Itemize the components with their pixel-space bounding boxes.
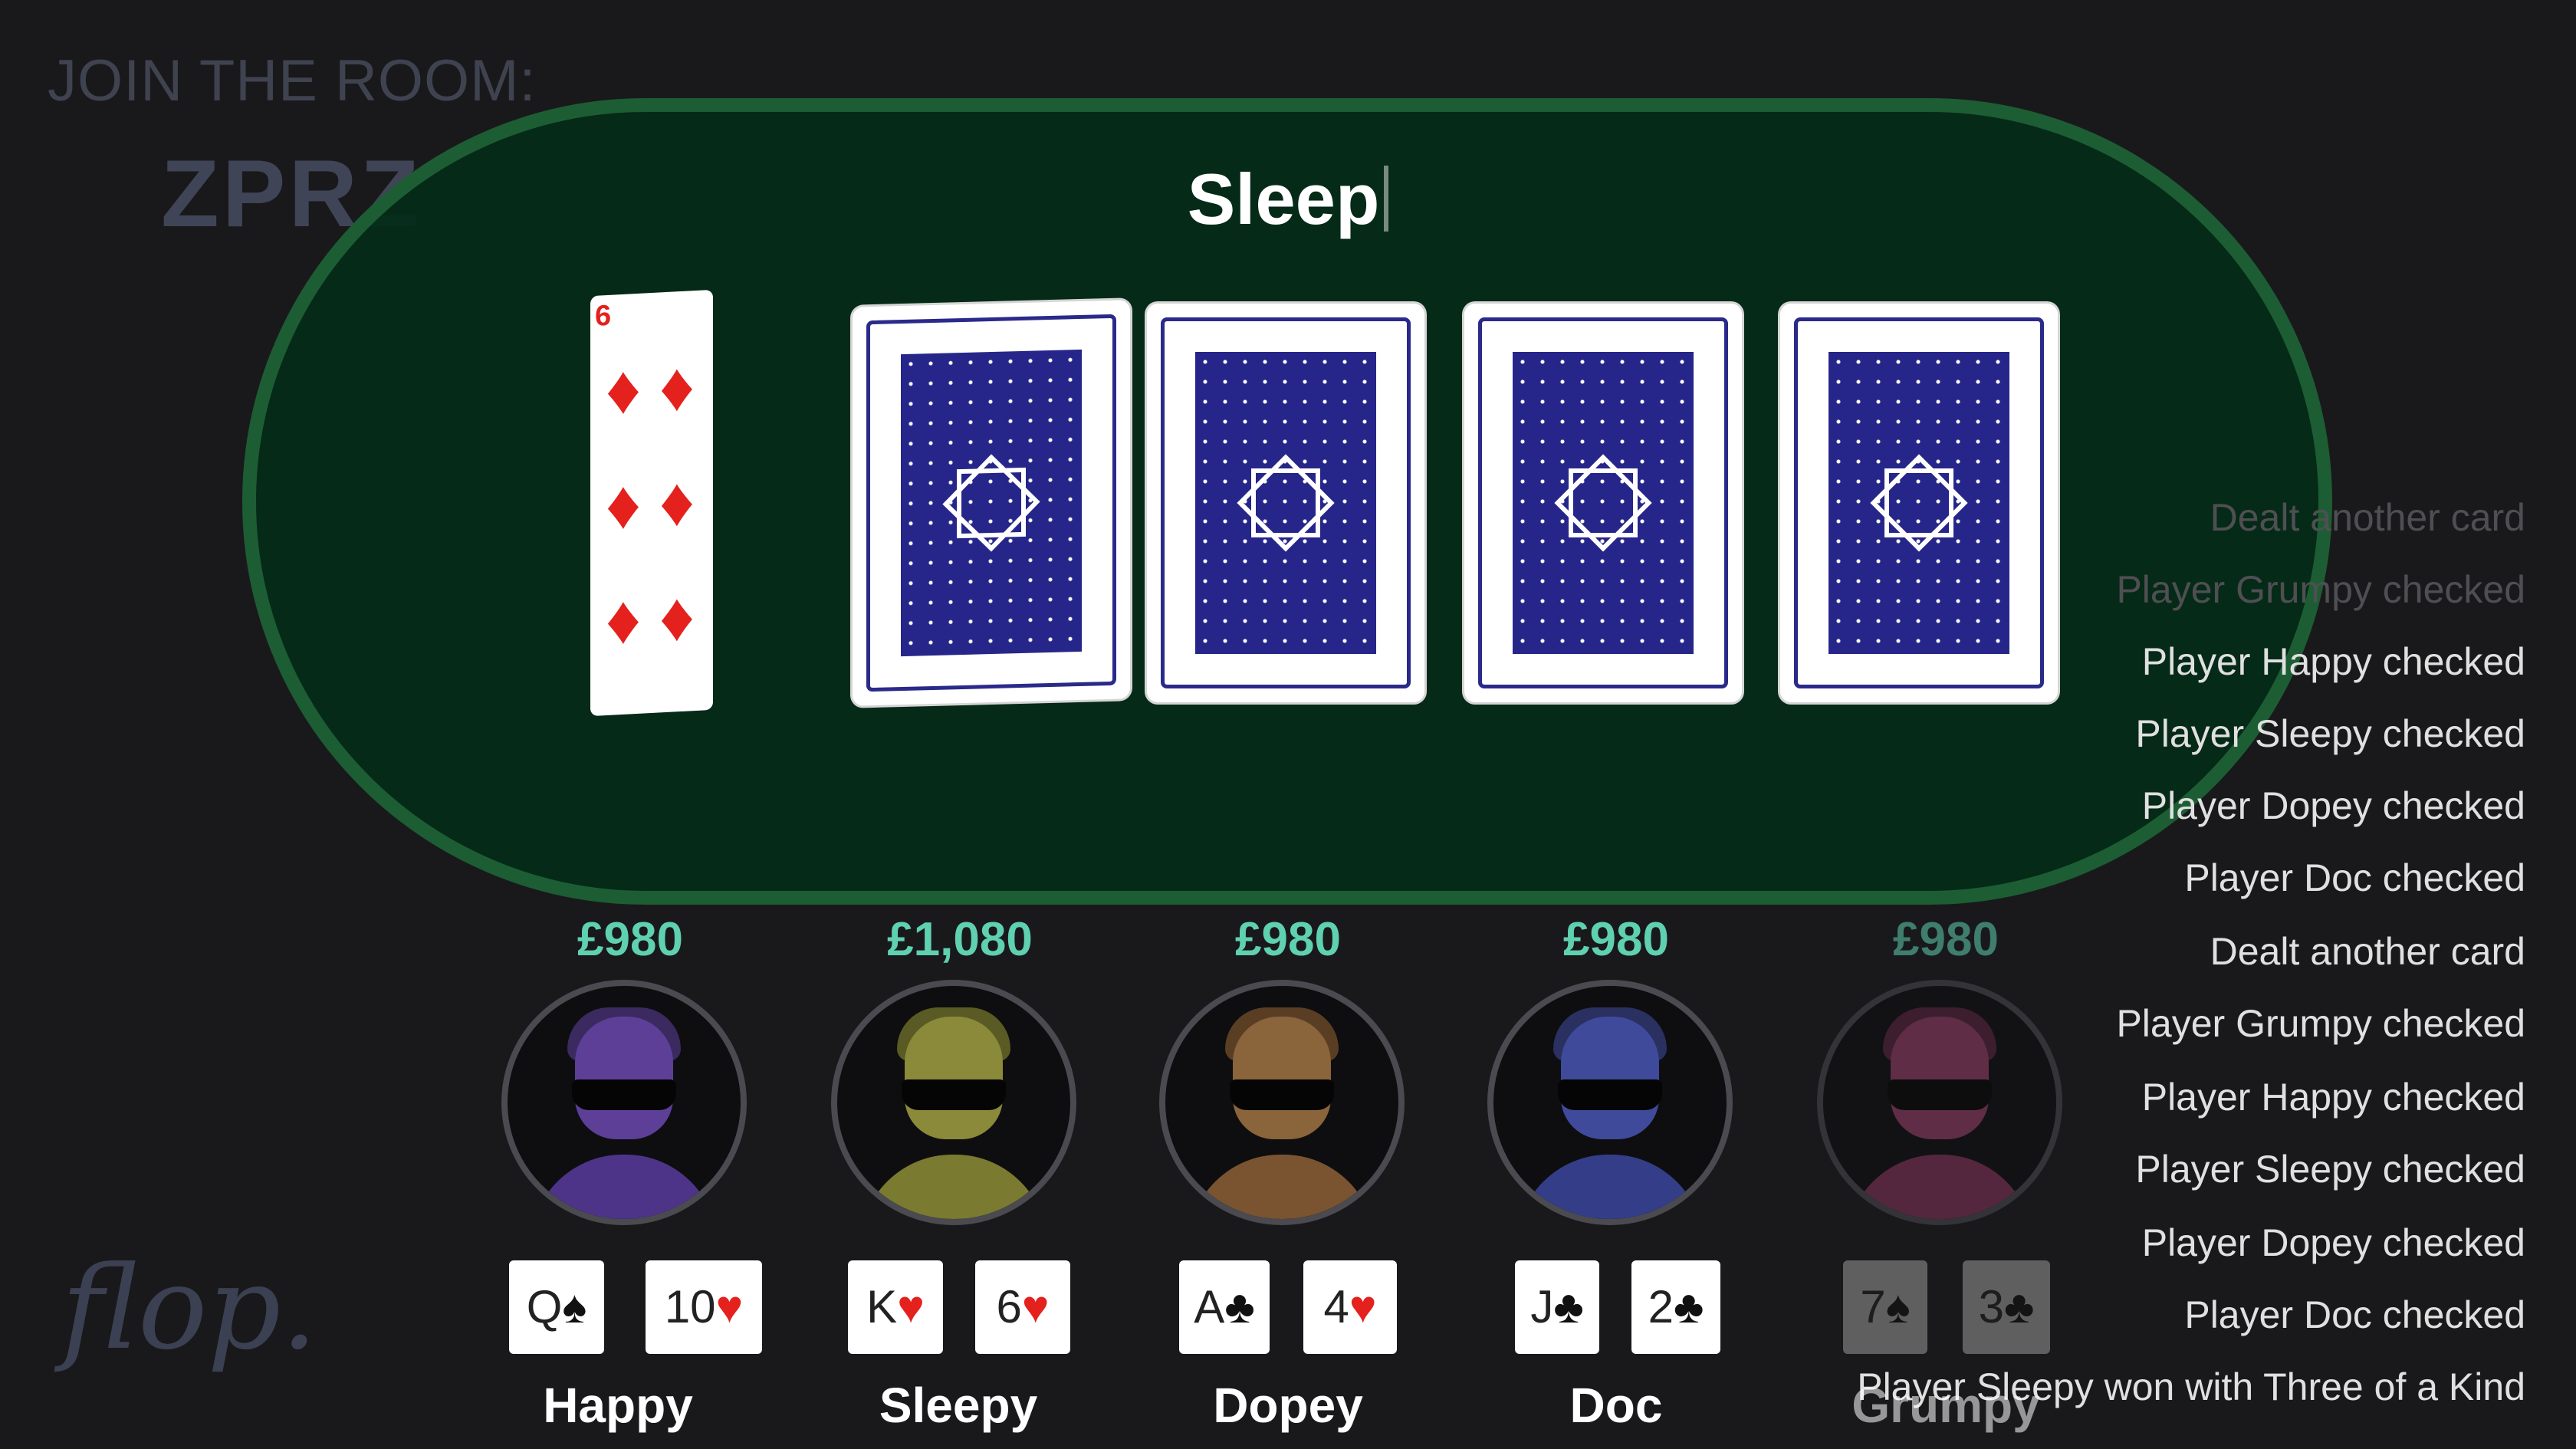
- player-avatar: [1159, 980, 1405, 1225]
- player-avatar: [831, 980, 1076, 1225]
- log-entry: Player Happy checked: [2141, 640, 2525, 683]
- player-name: Grumpy: [1852, 1378, 2040, 1433]
- diamond-icon: ♦: [606, 465, 641, 545]
- log-entry: Player Dopey checked: [2141, 1221, 2525, 1264]
- player-name: Happy: [543, 1378, 693, 1433]
- join-room-label: JOIN THE ROOM:: [48, 48, 537, 113]
- headline-text: Sleep: [1187, 159, 1380, 239]
- hole-card: A♣: [1179, 1260, 1270, 1354]
- diamond-icon: ♦: [659, 463, 695, 542]
- player-name: Doc: [1569, 1378, 1663, 1433]
- hole-card: 6♥: [975, 1260, 1070, 1354]
- player-name: Sleepy: [879, 1378, 1038, 1433]
- board-card-face-down: [1147, 304, 1424, 702]
- hole-card: J♣: [1515, 1260, 1599, 1354]
- player-avatar: [1817, 980, 2062, 1225]
- player-stack: £980: [1893, 913, 1999, 966]
- diamond-icon: ♦: [606, 580, 641, 660]
- board-card-flipping: 6 ♦ ♦ ♦ ♦ ♦ ♦: [590, 289, 713, 717]
- hole-card: 4♥: [1303, 1260, 1397, 1354]
- log-entry: Player Grumpy checked: [2116, 568, 2525, 611]
- player-stack: £980: [1563, 913, 1669, 966]
- player-stack: £980: [1235, 913, 1341, 966]
- text-caret: [1384, 166, 1389, 232]
- board-card-face-down: [1464, 304, 1742, 702]
- hole-card: 2♣: [1631, 1260, 1720, 1354]
- log-entry: Player Dopey checked: [2141, 784, 2525, 827]
- diamond-icon: ♦: [659, 348, 695, 427]
- headline: Sleep: [0, 158, 2576, 241]
- flop-logo: flop.: [61, 1242, 318, 1375]
- log-entry: Player Sleepy checked: [2135, 712, 2525, 755]
- player-stack: £980: [577, 913, 683, 966]
- hole-card: K♥: [848, 1260, 943, 1354]
- hole-card: Q♠: [509, 1260, 604, 1354]
- log-entry: Dealt another card: [2210, 496, 2525, 539]
- hole-card: 3♣: [1963, 1260, 2050, 1354]
- card-back: [866, 314, 1116, 692]
- hole-card: 7♠: [1843, 1260, 1927, 1354]
- board-card-face-down: [853, 300, 1130, 706]
- diamond-icon: ♦: [659, 578, 695, 657]
- card-back: [1161, 317, 1411, 688]
- player-avatar: [1487, 980, 1733, 1225]
- hole-card: 10♥: [646, 1260, 762, 1354]
- card-back: [1478, 317, 1728, 688]
- player-avatar: [501, 980, 747, 1225]
- log-entry: Player Doc checked: [2184, 856, 2525, 899]
- player-stack: £1,080: [887, 913, 1033, 966]
- card-rank: 6: [595, 299, 612, 333]
- diamond-icon: ♦: [606, 350, 641, 430]
- player-name: Dopey: [1213, 1378, 1363, 1433]
